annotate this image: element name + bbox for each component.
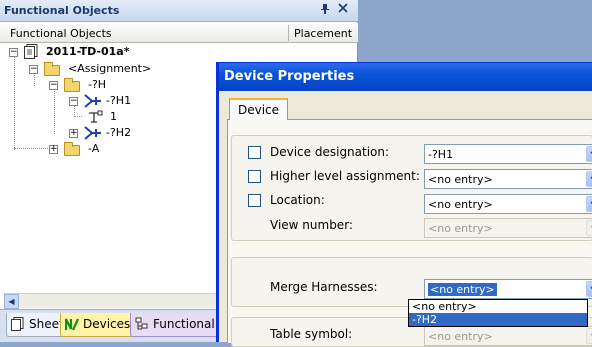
location-label: Location:	[270, 193, 325, 207]
designation-group: Device designation: -?H1 Higher level as…	[231, 135, 592, 241]
column-header-placement[interactable]: Placement	[294, 27, 352, 40]
lamp-device-icon	[84, 126, 101, 140]
chevron-down-icon[interactable]	[586, 146, 592, 162]
tab-device[interactable]: Device	[229, 98, 289, 120]
tab-functional-objects-label: Functional Objects	[153, 317, 215, 331]
device-designation-value: -?H1	[428, 148, 454, 161]
tree-label-h1: -?H1	[106, 94, 132, 107]
column-header: Functional Objects Placement	[0, 23, 358, 43]
merge-harnesses-label: Merge Harnesses:	[270, 280, 378, 294]
dialog-titlebar[interactable]: Device Properties	[219, 63, 592, 91]
tree-label-h1-child: 1	[110, 110, 117, 123]
collapse-icon[interactable]: −	[69, 97, 78, 106]
scroll-left-icon[interactable]: ◀	[4, 294, 19, 309]
column-divider[interactable]	[288, 25, 289, 41]
tab-sheet-label: Sheet	[29, 317, 64, 331]
tree-label-root: 2011-TD-01a*	[46, 45, 130, 58]
panel-title: Functional Objects	[4, 4, 120, 17]
device-designation-label: Device designation:	[270, 145, 390, 159]
tree-node-root[interactable]: − 2011-TD-01a*	[0, 44, 300, 60]
collapse-icon[interactable]: −	[9, 48, 18, 57]
merge-harnesses-dropdown-list: <no entry> -?H2	[408, 299, 588, 327]
location-combo[interactable]: <no entry>	[424, 194, 592, 214]
chevron-down-icon	[586, 220, 592, 236]
column-header-functional-objects[interactable]: Functional Objects	[10, 27, 112, 40]
table-symbol-combo: <no entry>	[424, 326, 592, 346]
functional-objects-icon	[135, 317, 148, 330]
device-designation-checkbox[interactable]	[248, 146, 261, 159]
folder-icon	[64, 142, 80, 156]
location-checkbox[interactable]	[248, 194, 261, 207]
chevron-down-icon[interactable]	[586, 196, 592, 212]
folder-icon	[44, 62, 60, 76]
dropdown-option-no-entry[interactable]: <no entry>	[409, 300, 587, 313]
higher-level-assignment-value: <no entry>	[428, 173, 493, 186]
dropdown-option-h2[interactable]: -?H2	[409, 313, 587, 326]
connection-point-icon	[89, 110, 103, 123]
view-number-value: <no entry>	[428, 222, 493, 235]
tree-label-h2: -?H2	[106, 126, 132, 139]
merge-harnesses-combo[interactable]: <no entry>	[424, 279, 592, 299]
tab-functional-objects[interactable]: Functional Objects	[130, 313, 230, 337]
higher-level-assignment-combo[interactable]: <no entry>	[424, 169, 592, 189]
tab-devices-label: Devices	[83, 317, 131, 331]
project-icon	[24, 44, 38, 59]
close-icon[interactable]	[336, 3, 350, 17]
tree-label-a: -A	[88, 142, 100, 155]
higher-level-assignment-label: Higher level assignment:	[270, 169, 420, 183]
device-designation-combo[interactable]: -?H1	[424, 144, 592, 164]
tree-label-assignment: <Assignment>	[68, 62, 152, 75]
panel-titlebar: Functional Objects	[0, 0, 358, 22]
folder-icon	[64, 78, 80, 92]
dialog-title: Device Properties	[224, 69, 355, 84]
expand-icon[interactable]: +	[69, 129, 78, 138]
view-number-combo: <no entry>	[424, 218, 592, 238]
devices-icon	[65, 318, 79, 331]
lamp-device-icon	[84, 94, 101, 108]
expand-icon[interactable]: +	[49, 145, 58, 154]
collapse-icon[interactable]: −	[49, 81, 58, 90]
chevron-down-icon[interactable]	[586, 281, 592, 297]
table-symbol-label: Table symbol:	[270, 327, 353, 341]
sheet-icon	[11, 317, 24, 331]
tree-label-h: -?H	[88, 78, 107, 91]
table-symbol-value: <no entry>	[428, 330, 493, 343]
view-number-label: View number:	[270, 218, 353, 232]
merge-harnesses-value: <no entry>	[427, 282, 498, 297]
collapse-icon[interactable]: −	[29, 65, 38, 74]
tab-devices[interactable]: Devices	[60, 313, 138, 337]
chevron-down-icon[interactable]	[586, 171, 592, 187]
higher-level-assignment-checkbox[interactable]	[248, 170, 261, 183]
location-value: <no entry>	[428, 198, 493, 211]
pin-icon[interactable]	[318, 3, 332, 17]
